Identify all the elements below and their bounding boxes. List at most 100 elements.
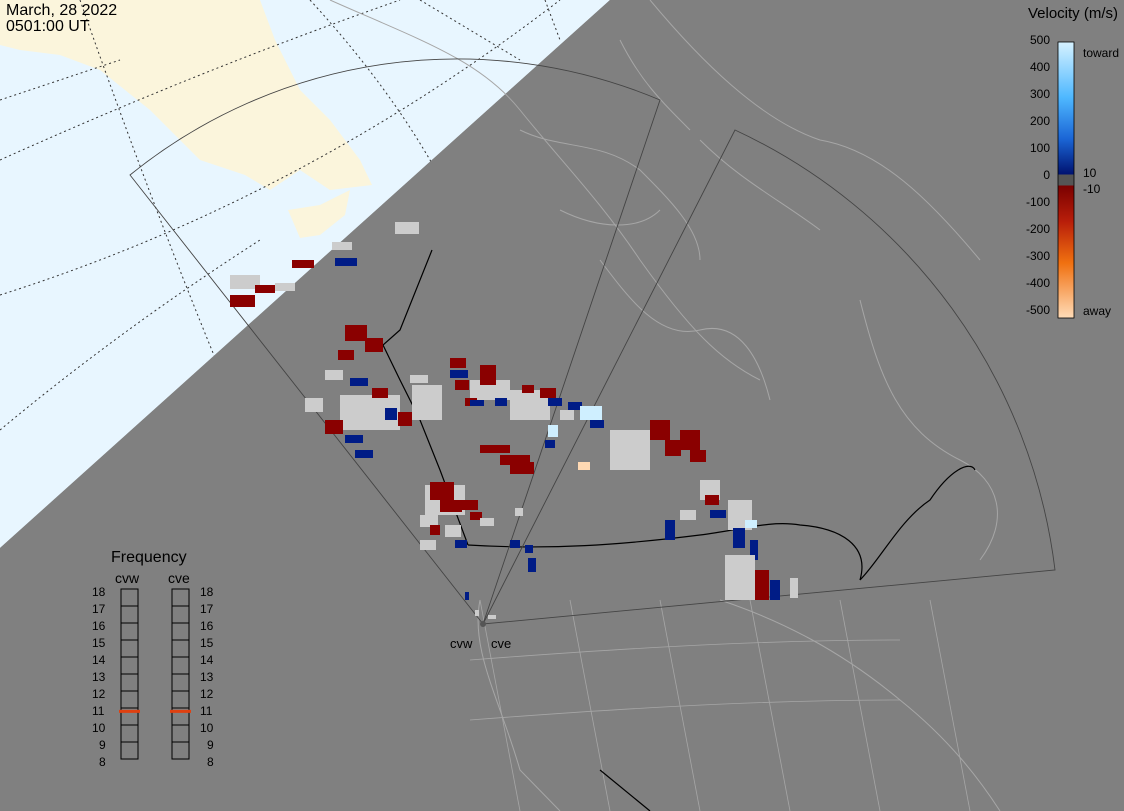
frequency-tick-label: 15 <box>92 636 106 650</box>
range-cell <box>568 402 582 410</box>
frequency-tick-label: 12 <box>92 687 106 701</box>
colorbar-toward-label: toward <box>1083 46 1120 60</box>
range-cell <box>680 510 696 520</box>
range-cell <box>395 222 419 234</box>
range-cell <box>325 370 343 380</box>
frequency-tick-label: 13 <box>200 670 214 684</box>
frequency-tick-label: 11 <box>92 704 105 718</box>
frequency-tick-label: 10 <box>92 721 106 735</box>
frequency-tick-label: 15 <box>200 636 214 650</box>
frequency-tick-label: 10 <box>200 721 214 735</box>
range-cell <box>540 388 556 398</box>
range-cell <box>430 482 454 500</box>
frequency-title: Frequency <box>111 549 187 566</box>
range-cell <box>440 500 462 512</box>
range-cell <box>275 283 295 291</box>
range-cell <box>590 420 604 428</box>
site-label-cve: cve <box>491 636 512 651</box>
colorbar-minus-threshold: -10 <box>1083 182 1101 196</box>
range-cell <box>790 578 798 598</box>
range-cell <box>372 388 388 398</box>
range-cell <box>725 555 755 600</box>
range-cell <box>420 540 436 550</box>
frequency-tick-label: 9 <box>207 738 214 752</box>
range-cell <box>398 412 412 426</box>
range-cell <box>465 592 469 600</box>
colorbar-tick-label: -200 <box>1025 222 1050 236</box>
range-cell <box>480 445 510 453</box>
time-label: 0501:00 UT <box>6 18 90 35</box>
range-cell <box>410 375 428 383</box>
range-cell <box>450 358 466 368</box>
range-cell <box>332 242 352 250</box>
range-cell <box>495 398 507 406</box>
frequency-tick-label: 8 <box>99 755 106 769</box>
range-cell <box>770 580 780 600</box>
radar-site <box>480 621 486 627</box>
range-cell <box>515 508 523 516</box>
range-cell <box>345 325 367 341</box>
range-cell <box>445 525 461 537</box>
range-cell <box>430 525 440 535</box>
frequency-tick-label: 17 <box>200 602 214 616</box>
frequency-tick-label: 9 <box>99 738 106 752</box>
range-cell <box>365 338 383 352</box>
colorbar-tick-label: 400 <box>1029 60 1050 74</box>
range-cell <box>480 518 494 526</box>
range-cell <box>560 410 574 420</box>
range-cell <box>480 365 496 385</box>
range-cell <box>733 528 745 548</box>
colorbar-tick-label: -500 <box>1025 303 1050 317</box>
frequency-tick-label: 16 <box>92 619 106 633</box>
range-cell <box>510 462 534 474</box>
range-cell <box>545 440 555 448</box>
colorbar-away-label: away <box>1083 304 1112 318</box>
range-cell <box>455 380 469 390</box>
range-cell <box>525 545 533 553</box>
range-cell <box>548 425 558 437</box>
colorbar-tick-label: 200 <box>1029 114 1050 128</box>
range-cell <box>580 406 602 420</box>
range-cell <box>455 540 467 548</box>
range-cell <box>305 398 323 412</box>
range-cell <box>350 378 368 386</box>
frequency-tick-label: 18 <box>92 585 106 599</box>
range-cell <box>450 370 468 378</box>
colorbar-title: Velocity (m/s) <box>1027 5 1118 22</box>
range-cell <box>335 258 357 266</box>
range-cell <box>528 558 536 572</box>
range-cell <box>755 570 769 600</box>
colorbar-plus-threshold: 10 <box>1083 166 1097 180</box>
colorbar-tick-label: -300 <box>1025 249 1050 263</box>
range-cell <box>255 285 275 293</box>
range-cell <box>548 398 562 406</box>
range-cell <box>650 420 670 440</box>
range-cell <box>460 500 478 510</box>
frequency-tick-label: 8 <box>207 755 214 769</box>
range-cell <box>475 610 479 616</box>
range-cell <box>488 615 496 619</box>
range-cell <box>292 260 314 268</box>
site-label-cvw: cvw <box>450 636 473 651</box>
range-cell <box>338 350 354 360</box>
range-cell <box>705 495 719 505</box>
frequency-radar-cve: cve <box>168 570 190 586</box>
range-cell <box>610 430 650 470</box>
range-cell <box>665 520 675 540</box>
range-cell <box>690 450 706 462</box>
range-cell <box>680 430 700 450</box>
range-cell <box>710 510 726 518</box>
range-cell <box>522 385 534 393</box>
range-cell <box>385 408 397 420</box>
frequency-tick-label: 14 <box>92 653 106 667</box>
frequency-radar-cvw: cvw <box>115 570 140 586</box>
radar-map <box>0 0 1124 811</box>
colorbar-tick-label: -400 <box>1025 276 1050 290</box>
date-label: March, 28 2022 <box>6 2 118 19</box>
colorbar <box>1057 41 1075 319</box>
range-cell <box>470 400 484 406</box>
colorbar-tick-label: 500 <box>1029 33 1050 47</box>
frequency-tick-label: 12 <box>200 687 214 701</box>
colorbar-tick-label: 100 <box>1029 141 1050 155</box>
frequency-tick-label: 18 <box>200 585 214 599</box>
